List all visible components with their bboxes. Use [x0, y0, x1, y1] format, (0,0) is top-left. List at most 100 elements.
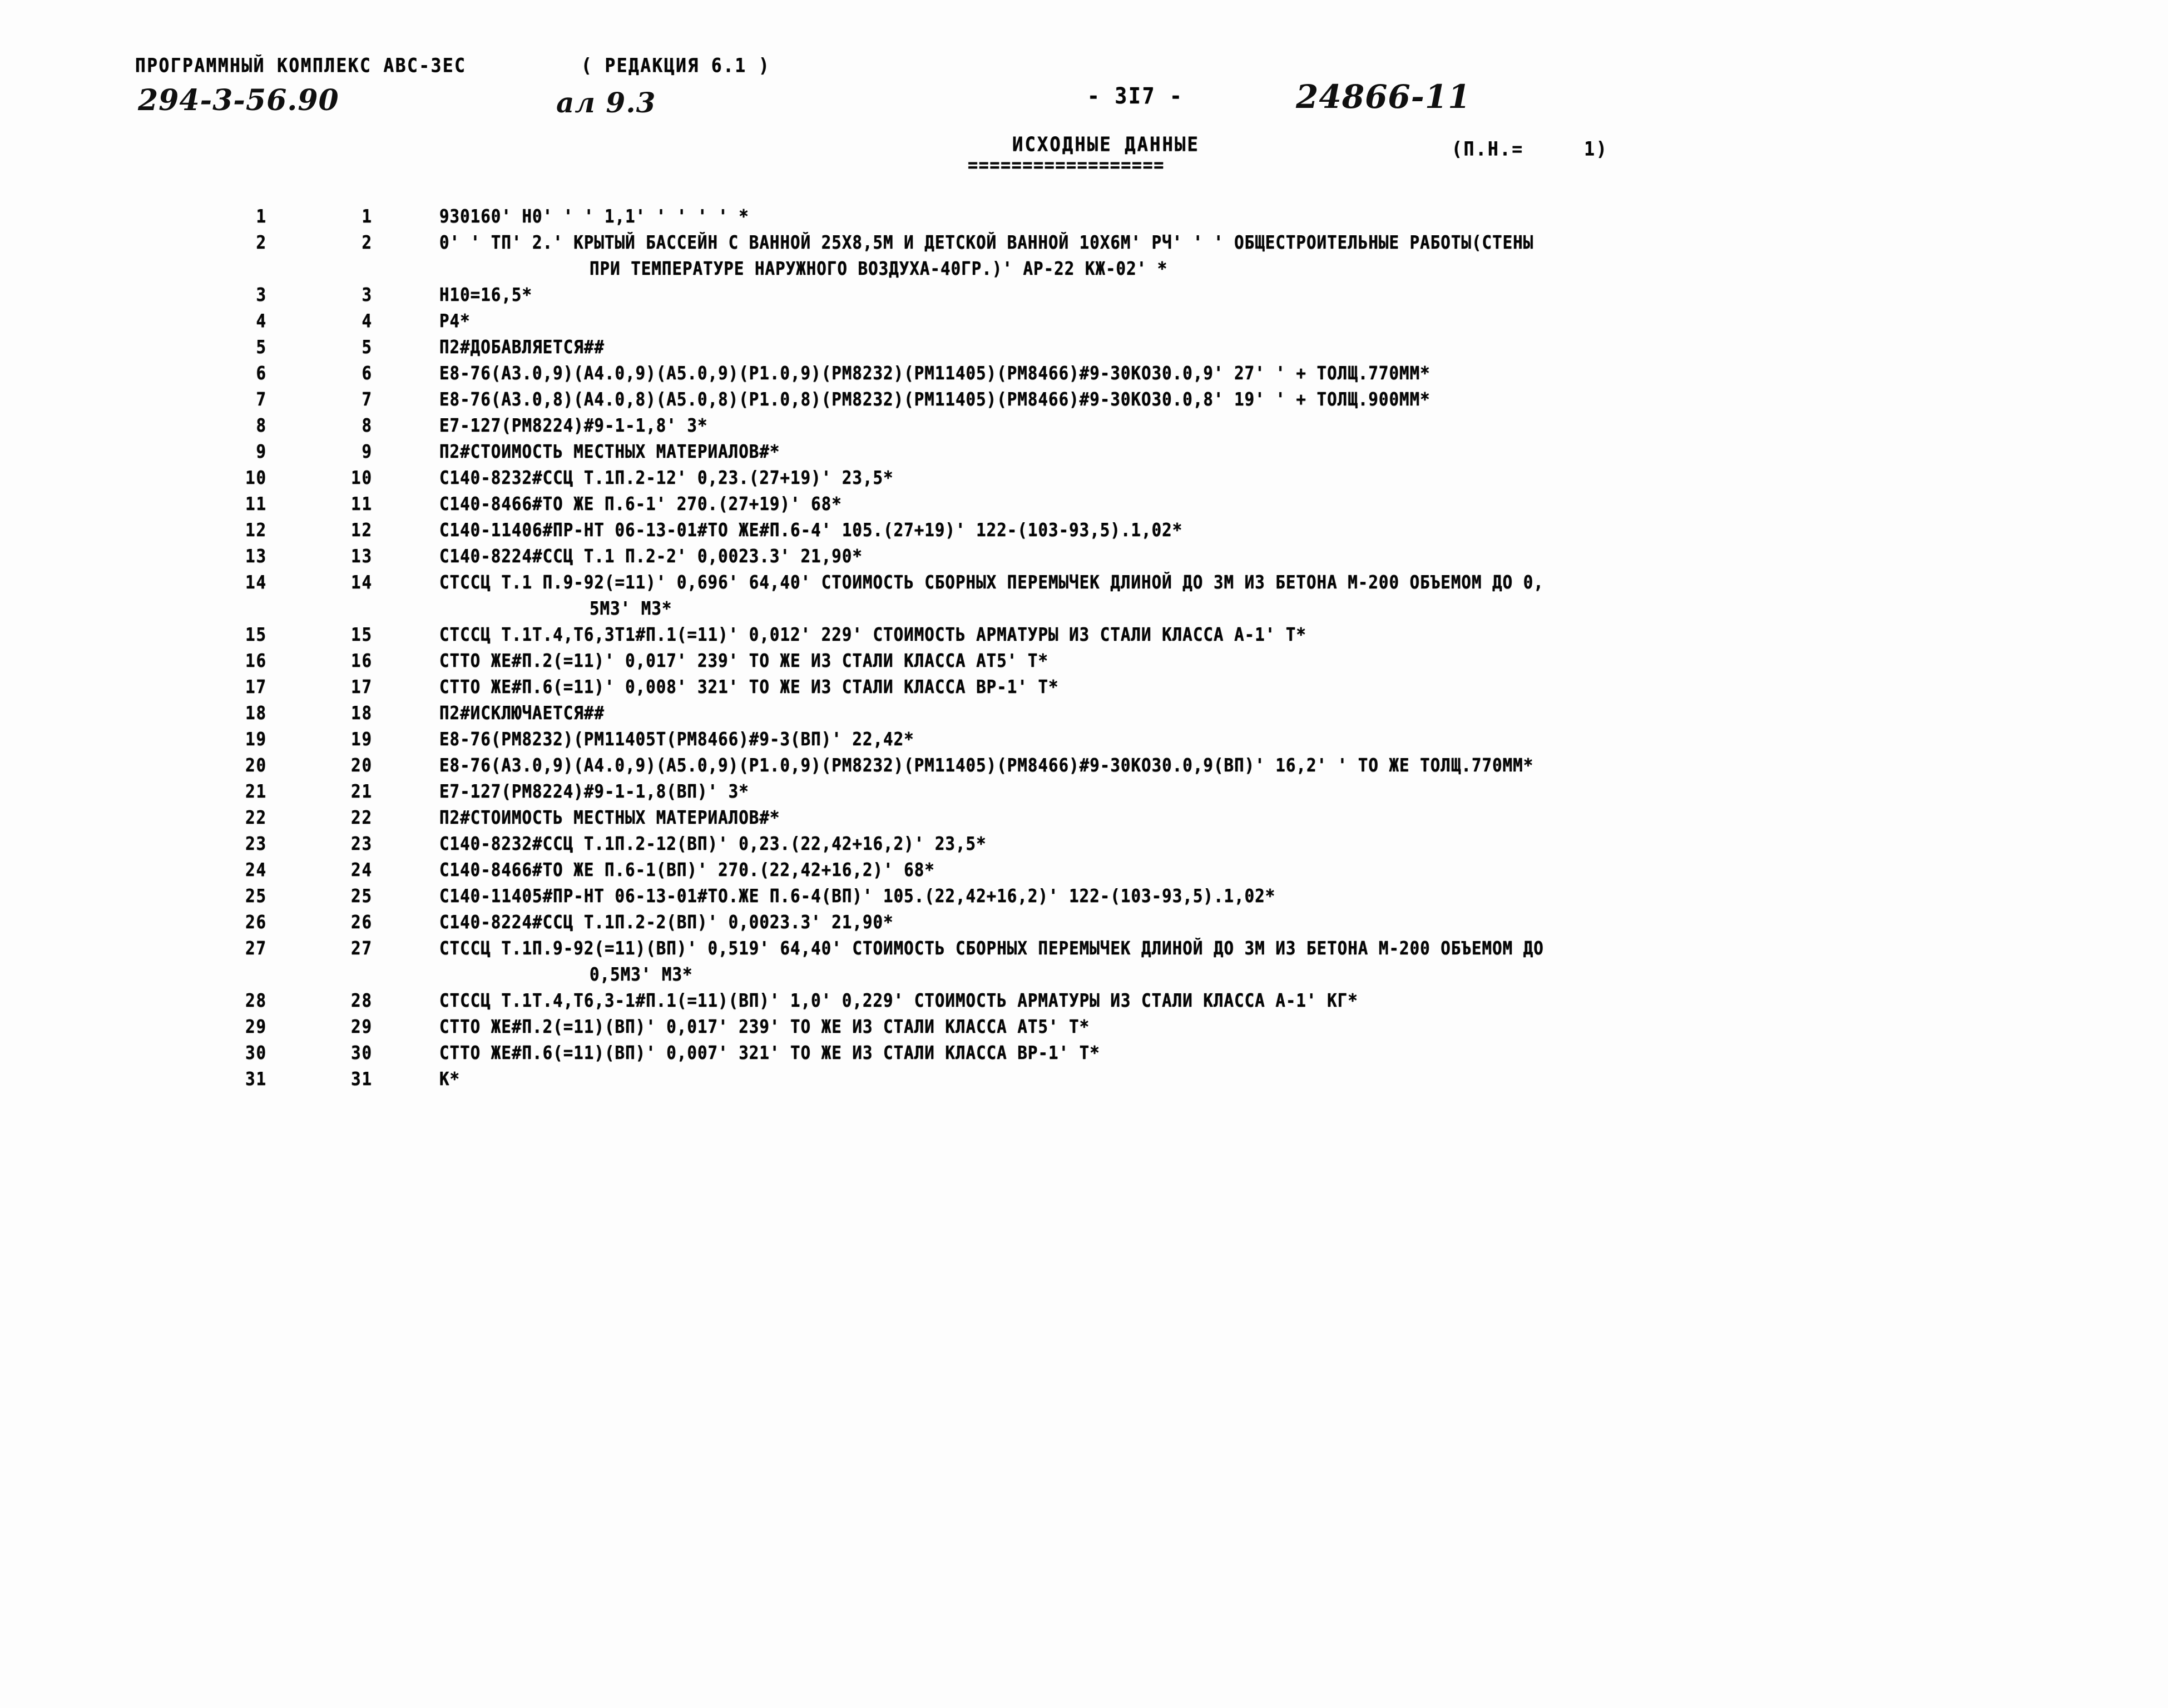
listing-row-number-a: 21 [245, 781, 267, 803]
listing-row-number-b: 20 [351, 755, 373, 776]
listing-row-text: С140-8224#ССЦ Т.1П.2-2(ВП)' 0,0023.3' 21… [439, 912, 894, 933]
listing-row-text: С140-8224#ССЦ Т.1 П.2-2' 0,0023.3' 21,90… [439, 546, 863, 567]
listing-row: 15 15 СТССЦ Т.1Т.4,Т6,3Т1#П.1(=11)' 0,012'… [0, 624, 2168, 650]
listing-row-number-a: 30 [245, 1042, 267, 1064]
listing-row-text: С140-8466#ТО ЖЕ П.6-1' 270.(27+19)' 68* [439, 493, 842, 515]
listing-row: 9 9 П2#СТОИМОСТЬ МЕСТНЫХ МАТЕРИАЛОВ#* [0, 441, 2168, 467]
listing-row-text: Е7-127(РМ8224)#9-1-1,8(ВП)' 3* [439, 781, 749, 803]
listing-table: 1 1 930160' Н0' ' ' 1,1' ' ' ' ' * 2 2 0' ' Т… [0, 206, 2168, 1095]
listing-row: 24 24 С140-8466#ТО ЖЕ П.6-1(ВП)' 270.(22,4… [0, 859, 2168, 885]
listing-row-text: С140-11406#ПР-НТ 06-13-01#ТО ЖЕ#П.6-4' 1… [439, 519, 1183, 541]
listing-row: 4 4 Р4* [0, 310, 2168, 336]
program-title: ПРОГРАММНЫЙ КОМПЛЕКС АВС-ЗЕС [135, 55, 467, 77]
listing-row-number-a: 8 [256, 415, 267, 437]
listing-row-number-b: 9 [362, 441, 373, 463]
listing-row: 27 27 СТССЦ Т.1П.9-92(=11)(ВП)' 0,519' 64,… [0, 938, 2168, 964]
listing-row-text: К* [439, 1068, 461, 1090]
section-title-underline: ================== [968, 155, 1165, 177]
listing-row: 28 28 СТССЦ Т.1Т.4,Т6,3-1#П.1(=11)(ВП)' 1,… [0, 990, 2168, 1016]
page-header: ПРОГРАММНЫЙ КОМПЛЕКС АВС-ЗЕС ( РЕДАКЦИЯ … [0, 0, 2168, 189]
listing-row-text: СТССЦ Т.1Т.4,Т6,3Т1#П.1(=11)' 0,012' 229… [439, 624, 1306, 646]
listing-row: 5 5 П2#ДОБАВЛЯЕТСЯ## [0, 336, 2168, 363]
listing-row-text: С140-11405#ПР-НТ 06-13-01#ТО.ЖЕ П.6-4(ВП… [439, 885, 1276, 907]
listing-row-number-b: 25 [351, 885, 373, 907]
listing-row-number-a: 13 [245, 546, 267, 567]
listing-row-text: С140-8466#ТО ЖЕ П.6-1(ВП)' 270.(22,42+16… [439, 859, 935, 881]
listing-row-text: Н10=16,5* [439, 284, 533, 306]
listing-row-number-a: 9 [256, 441, 267, 463]
document-page: ПРОГРАММНЫЙ КОМПЛЕКС АВС-ЗЕС ( РЕДАКЦИЯ … [0, 0, 2168, 1708]
listing-row: 8 8 Е7-127(РМ8224)#9-1-1,8' 3* [0, 415, 2168, 441]
listing-row-number-a: 16 [245, 650, 267, 672]
listing-row-number-a: 14 [245, 572, 267, 593]
listing-row: 26 26 С140-8224#ССЦ Т.1П.2-2(ВП)' 0,0023.3… [0, 912, 2168, 938]
archive-stamp-handwritten: 24866-11 [1296, 78, 1471, 116]
listing-row-number-b: 12 [351, 519, 373, 541]
listing-row-number-a: 11 [245, 493, 267, 515]
listing-row-text: П2#ДОБАВЛЯЕТСЯ## [439, 336, 605, 358]
listing-row-number-b: 2 [362, 232, 373, 254]
listing-row-text-continuation: 5М3' М3* [590, 598, 672, 620]
listing-row-number-a: 6 [256, 363, 267, 384]
listing-row-number-b: 8 [362, 415, 373, 437]
listing-row-text: П2#СТОИМОСТЬ МЕСТНЫХ МАТЕРИАЛОВ#* [439, 441, 780, 463]
page-number: - 3I7 - [1087, 83, 1184, 109]
listing-row: 13 13 С140-8224#ССЦ Т.1 П.2-2' 0,0023.3' 2… [0, 546, 2168, 572]
listing-row-number-b: 18 [351, 702, 373, 724]
listing-row-text: 0' ' ТП' 2.' КРЫТЫЙ БАССЕЙН С ВАННОЙ 25Х… [439, 232, 1534, 254]
listing-row-text: СТССЦ Т.1 П.9-92(=11)' 0,696' 64,40' СТО… [439, 572, 1544, 593]
listing-row-text: С140-8232#ССЦ Т.1П.2-12' 0,23.(27+19)' 2… [439, 467, 894, 489]
listing-row-text: СТТО ЖЕ#П.6(=11)(ВП)' 0,007' 321' ТО ЖЕ … [439, 1042, 1100, 1064]
listing-row-number-a: 4 [256, 310, 267, 332]
listing-row: 17 17 СТТО ЖЕ#П.6(=11)' 0,008' 321' ТО ЖЕ … [0, 676, 2168, 702]
listing-row-number-b: 15 [351, 624, 373, 646]
listing-row-number-a: 24 [245, 859, 267, 881]
listing-row-text: 930160' Н0' ' ' 1,1' ' ' ' ' * [439, 206, 749, 227]
listing-row-number-a: 17 [245, 676, 267, 698]
listing-row-text: СТССЦ Т.1Т.4,Т6,3-1#П.1(=11)(ВП)' 1,0' 0… [439, 990, 1358, 1012]
listing-row-text: Е8-76(РМ8232)(РМ11405Т(РМ8466)#9-3(ВП)' … [439, 729, 914, 750]
listing-row-number-a: 19 [245, 729, 267, 750]
listing-row-text: СТТО ЖЕ#П.2(=11)(ВП)' 0,017' 239' ТО ЖЕ … [439, 1016, 1090, 1038]
listing-row-number-a: 18 [245, 702, 267, 724]
listing-row-number-b: 19 [351, 729, 373, 750]
listing-row-number-b: 3 [362, 284, 373, 306]
listing-row-text: СТТО ЖЕ#П.2(=11)' 0,017' 239' ТО ЖЕ ИЗ С… [439, 650, 1049, 672]
listing-row-text: Р4* [439, 310, 471, 332]
listing-row: 22 22 П2#СТОИМОСТЬ МЕСТНЫХ МАТЕРИАЛОВ#* [0, 807, 2168, 833]
listing-row-number-a: 26 [245, 912, 267, 933]
listing-row: 21 21 Е7-127(РМ8224)#9-1-1,8(ВП)' 3* [0, 781, 2168, 807]
listing-row-number-b: 6 [362, 363, 373, 384]
listing-row: 30 30 СТТО ЖЕ#П.6(=11)(ВП)' 0,007' 321' ТО… [0, 1042, 2168, 1068]
listing-row: ПРИ ТЕМПЕРАТУРЕ НАРУЖНОГО ВОЗДУХА-40ГР.)… [0, 258, 2168, 284]
listing-row-number-b: 26 [351, 912, 373, 933]
listing-row-number-a: 12 [245, 519, 267, 541]
listing-row-number-a: 5 [256, 336, 267, 358]
listing-row: 6 6 Е8-76(А3.0,9)(А4.0,9)(А5.0,9)(Р1.0,9)(… [0, 363, 2168, 389]
sheet-mark-handwritten: ал 9.3 [556, 86, 656, 119]
listing-row-number-a: 7 [256, 389, 267, 410]
listing-row-text: П2#СТОИМОСТЬ МЕСТНЫХ МАТЕРИАЛОВ#* [439, 807, 780, 829]
listing-row: 16 16 СТТО ЖЕ#П.2(=11)' 0,017' 239' ТО ЖЕ … [0, 650, 2168, 676]
document-code-handwritten: 294-3-56.90 [138, 83, 339, 117]
listing-row-text: Е8-76(А3.0,9)(А4.0,9)(А5.0,9)(Р1.0,9)(РМ… [439, 755, 1534, 776]
section-title: ИСХОДНЫЕ ДАННЫЕ [1012, 132, 1200, 156]
listing-row-number-b: 7 [362, 389, 373, 410]
listing-row-number-b: 27 [351, 938, 373, 959]
listing-row-text: Е8-76(А3.0,8)(А4.0,8)(А5.0,8)(Р1.0,8)(РМ… [439, 389, 1431, 410]
listing-row-number-b: 28 [351, 990, 373, 1012]
listing-row-text: П2#ИСКЛЮЧАЕТСЯ## [439, 702, 605, 724]
listing-row: 12 12 С140-11406#ПР-НТ 06-13-01#ТО ЖЕ#П.6-… [0, 519, 2168, 546]
listing-row-number-a: 10 [245, 467, 267, 489]
listing-row-number-a: 31 [245, 1068, 267, 1090]
listing-row-number-a: 23 [245, 833, 267, 855]
listing-row-number-a: 28 [245, 990, 267, 1012]
listing-row: 18 18 П2#ИСКЛЮЧАЕТСЯ## [0, 702, 2168, 729]
listing-row: 14 14 СТССЦ Т.1 П.9-92(=11)' 0,696' 64,40'… [0, 572, 2168, 598]
listing-row: 7 7 Е8-76(А3.0,8)(А4.0,8)(А5.0,8)(Р1.0,8)(… [0, 389, 2168, 415]
listing-row-text: СТТО ЖЕ#П.6(=11)' 0,008' 321' ТО ЖЕ ИЗ С… [439, 676, 1059, 698]
listing-row-number-b: 29 [351, 1016, 373, 1038]
listing-row-number-a: 22 [245, 807, 267, 829]
listing-row-number-b: 13 [351, 546, 373, 567]
listing-row-text: Е8-76(А3.0,9)(А4.0,9)(А5.0,9)(Р1.0,9)(РМ… [439, 363, 1431, 384]
